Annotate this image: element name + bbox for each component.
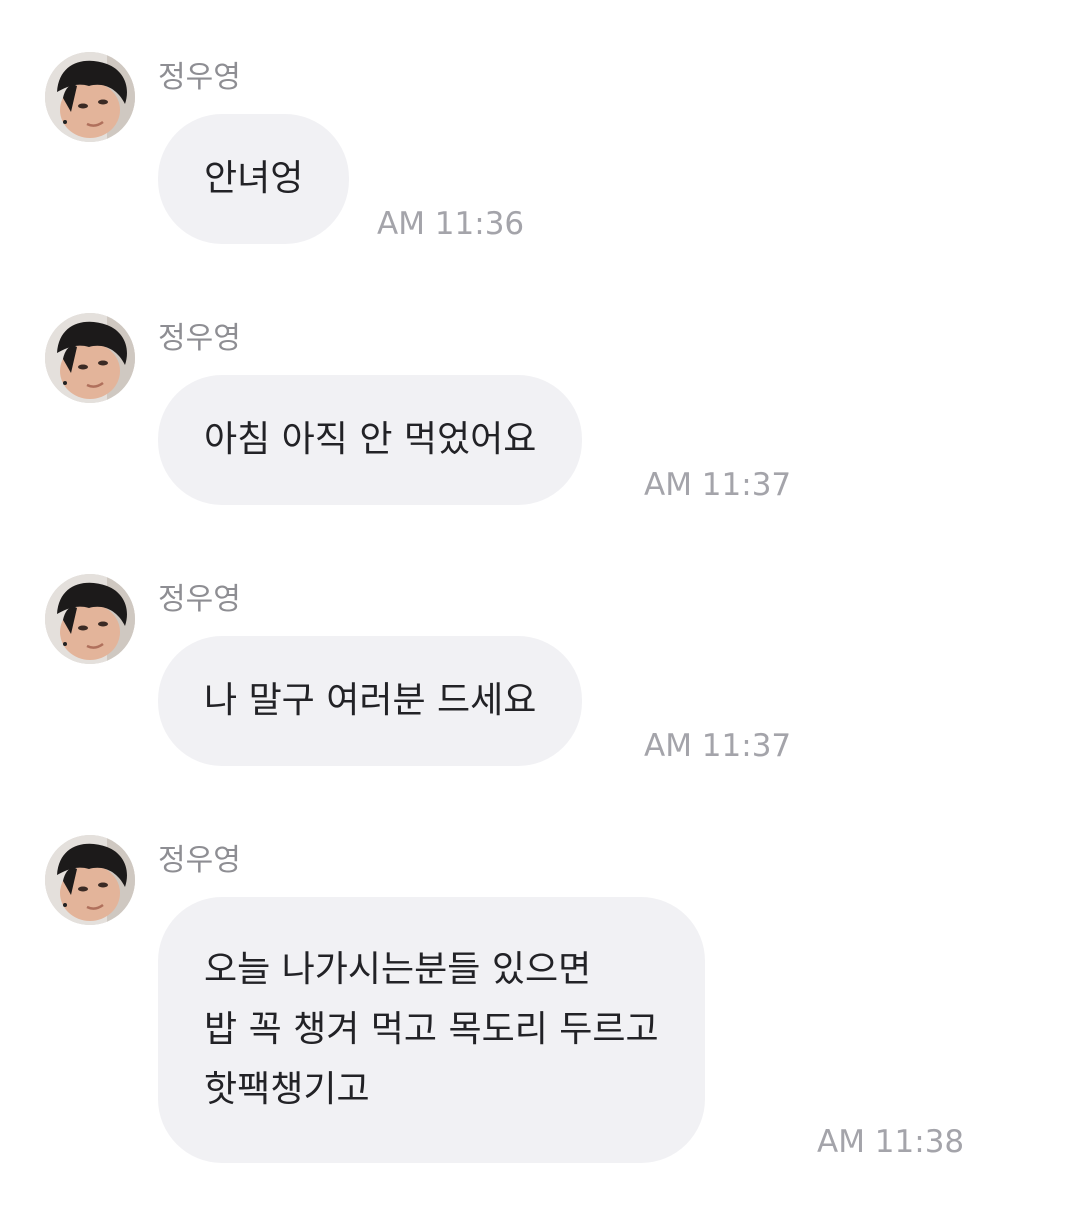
message-bubble[interactable]: 나 말구 여러분 드세요 bbox=[158, 636, 583, 766]
message-text: 아침 아직 안 먹었어요 bbox=[204, 419, 537, 460]
message-timestamp: AM 11:37 bbox=[644, 467, 792, 503]
sender-name: 정우영 bbox=[158, 582, 241, 617]
message-text-line: 오늘 나가시는분들 있으면 bbox=[204, 949, 592, 990]
message-bubble[interactable]: 오늘 나가시는분들 있으면 밥 꼭 챙겨 먹고 목도리 두르고 핫팩챙기고 bbox=[158, 897, 705, 1163]
message-timestamp: AM 11:37 bbox=[644, 728, 792, 764]
message-text-line: 밥 꼭 챙겨 먹고 목도리 두르고 bbox=[204, 1009, 659, 1050]
avatar[interactable] bbox=[45, 313, 135, 403]
profile-photo-icon bbox=[45, 52, 135, 142]
profile-photo-icon bbox=[45, 835, 135, 925]
avatar[interactable] bbox=[45, 835, 135, 925]
message-timestamp: AM 11:38 bbox=[817, 1124, 965, 1160]
avatar[interactable] bbox=[45, 52, 135, 142]
message-group: 정우영 아침 아직 안 먹었어요 AM 11:37 bbox=[0, 313, 1080, 513]
message-text: 나 말구 여러분 드세요 bbox=[204, 680, 537, 721]
message-bubble[interactable]: 아침 아직 안 먹었어요 bbox=[158, 375, 583, 505]
sender-name: 정우영 bbox=[158, 843, 241, 878]
chat-message-list: 정우영 안녀엉 AM 11:36 정우영 아침 아직 안 먹었어요 AM 11:… bbox=[0, 0, 1080, 1207]
message-group: 정우영 안녀엉 AM 11:36 bbox=[0, 52, 1080, 252]
message-bubble[interactable]: 안녀엉 bbox=[158, 114, 350, 244]
sender-name: 정우영 bbox=[158, 321, 241, 356]
message-timestamp: AM 11:36 bbox=[377, 206, 525, 242]
message-text-line: 핫팩챙기고 bbox=[204, 1069, 370, 1110]
profile-photo-icon bbox=[45, 313, 135, 403]
message-text: 안녀엉 bbox=[204, 158, 304, 199]
profile-photo-icon bbox=[45, 574, 135, 664]
message-group: 정우영 나 말구 여러분 드세요 AM 11:37 bbox=[0, 574, 1080, 774]
avatar[interactable] bbox=[45, 574, 135, 664]
sender-name: 정우영 bbox=[158, 60, 241, 95]
message-group: 정우영 오늘 나가시는분들 있으면 밥 꼭 챙겨 먹고 목도리 두르고 핫팩챙기… bbox=[0, 835, 1080, 1175]
